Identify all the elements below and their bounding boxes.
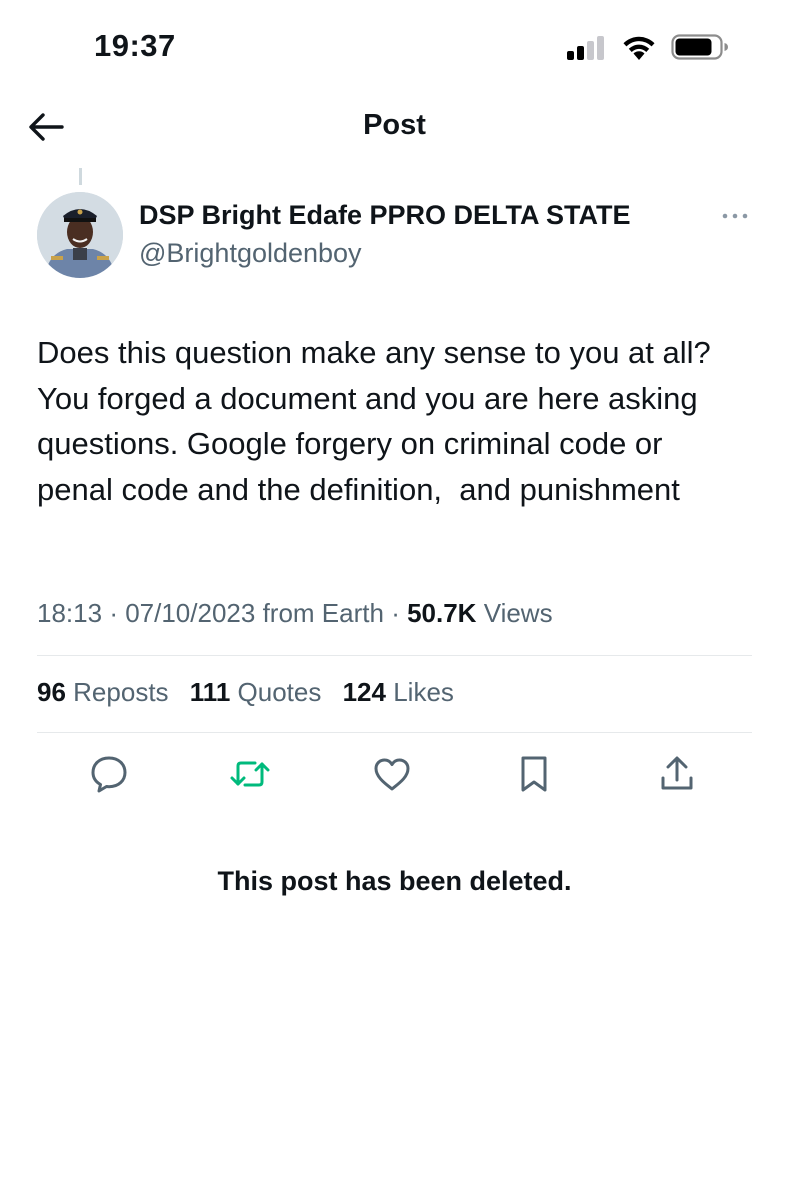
reposts-label: Reposts — [73, 677, 169, 707]
quotes-count: 111 — [189, 677, 231, 707]
bookmark-icon[interactable] — [512, 752, 556, 796]
wifi-icon — [623, 36, 655, 60]
divider — [37, 732, 752, 733]
thread-connector-line — [79, 168, 82, 185]
likes-label: Likes — [393, 677, 454, 707]
action-bar — [0, 752, 789, 798]
post-location: from Earth — [262, 598, 384, 628]
reply-icon[interactable] — [87, 752, 131, 796]
cellular-signal-icon — [567, 36, 609, 60]
quotes-label: Quotes — [237, 677, 322, 707]
post-text: Does this question make any sense to you… — [37, 335, 719, 507]
status-bar: 19:37 — [0, 0, 789, 90]
page-title: Post — [363, 109, 426, 141]
views-label[interactable]: Views — [484, 598, 553, 628]
status-time: 19:37 — [94, 28, 176, 63]
post-time: 18:13 — [37, 598, 103, 628]
author-name[interactable]: DSP Bright Edafe PPRO DELTA STATE — [139, 200, 631, 231]
quotes-stat[interactable]: 111 Quotes — [190, 677, 322, 707]
more-horizontal-icon[interactable] — [720, 206, 750, 226]
views-count: 50.7K — [407, 598, 477, 628]
avatar-photo — [37, 192, 123, 278]
reposts-count: 96 — [37, 677, 66, 707]
meta-separator: · — [391, 598, 408, 628]
deleted-post-notice: This post has been deleted. — [217, 866, 572, 896]
reposts-stat[interactable]: 96 Reposts — [37, 677, 169, 707]
repost-icon[interactable] — [228, 752, 272, 796]
meta-separator: · — [109, 598, 126, 628]
post-date: 07/10/2023 — [125, 598, 256, 628]
avatar[interactable] — [37, 192, 123, 278]
post-meta: 18:13 · 07/10/2023 from Earth · 50.7K Vi… — [37, 598, 553, 629]
share-icon[interactable] — [655, 752, 699, 796]
likes-count: 124 — [342, 677, 386, 707]
divider — [37, 655, 752, 656]
engagement-stats: 96 Reposts 111 Quotes 124 Likes — [37, 677, 468, 708]
top-nav-bar: Post — [0, 95, 789, 160]
author-handle[interactable]: @Brightgoldenboy — [139, 238, 362, 269]
battery-icon — [671, 34, 728, 60]
likes-stat[interactable]: 124 Likes — [343, 677, 454, 707]
heart-icon[interactable] — [370, 752, 414, 796]
